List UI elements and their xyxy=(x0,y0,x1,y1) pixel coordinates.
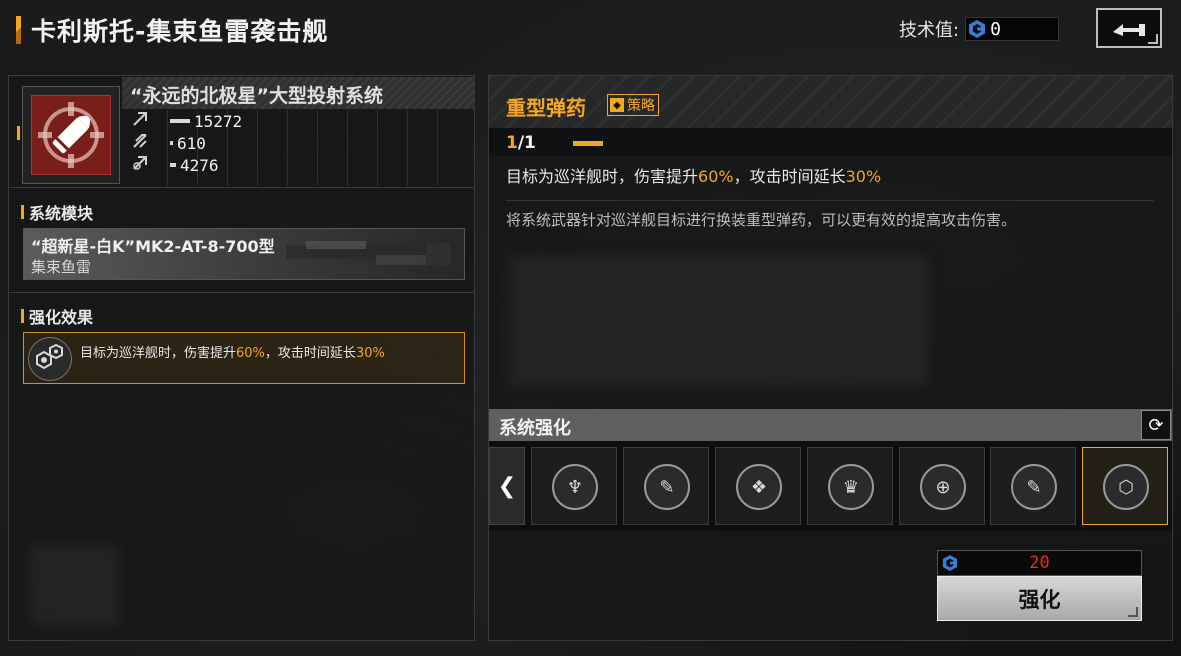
refresh-button[interactable]: ⟳ xyxy=(1141,410,1171,440)
tech-label: 技术值: xyxy=(899,20,960,41)
stat-bar xyxy=(170,141,173,145)
effect-text-mid: ，攻击时间延长 xyxy=(733,167,846,186)
upgrade-slot-list: ❮ ♆ ✎ ❖ ♛ ⊕ ✎ ⬡ xyxy=(489,441,1172,531)
scroll-left-button[interactable]: ❮ xyxy=(489,447,525,525)
damage-icon xyxy=(132,111,154,131)
upgrade-detail-panel: 重型弹药 ◆ 策略 1/1 目标为巡洋舰时，伤害提升60%，攻击时间延长30% … xyxy=(488,75,1173,641)
strategy-label: 策略 xyxy=(627,98,655,114)
crown-icon: ♛ xyxy=(828,464,874,510)
module-card[interactable]: “超新星-白K”MK2-AT-8-700型 集束鱼雷 xyxy=(23,228,465,280)
upgrade-effect-text: 目标为巡洋舰时，伤害提升60%，攻击时间延长30% xyxy=(506,163,881,187)
upgrade-slot[interactable]: ⊕ xyxy=(899,447,985,525)
weapon-stats: 15272 610 4276 xyxy=(122,110,475,186)
stat-value-damage: 15272 xyxy=(194,111,243,131)
upgrade-slot[interactable]: ♆ xyxy=(531,447,617,525)
upgrade-header: 重型弹药 ◆ 策略 xyxy=(489,76,1172,128)
fire-rate-icon xyxy=(132,133,154,153)
pen-upgrade-icon: ✎ xyxy=(1011,464,1057,510)
hex-nut-icon xyxy=(28,337,72,381)
stat-row-fire-rate: 610 xyxy=(132,132,206,154)
module-type: 集束鱼雷 xyxy=(31,258,92,276)
effect-damage-pct: 60% xyxy=(698,167,734,186)
refresh-icon: ⟳ xyxy=(1148,414,1164,436)
upgrade-button[interactable]: 强化 xyxy=(937,576,1142,621)
effect-text-mid: ，攻击时间延长 xyxy=(264,346,356,361)
module-name: “超新星-白K”MK2-AT-8-700型 xyxy=(31,237,275,256)
cost-value: 20 xyxy=(1029,553,1050,573)
upgrade-slot[interactable]: ❖ xyxy=(715,447,801,525)
pen-upgrade-icon: ✎ xyxy=(644,464,690,510)
weapon-icon-frame[interactable] xyxy=(22,86,120,184)
tech-point-icon xyxy=(969,20,986,38)
strategy-badge: ◆ 策略 xyxy=(607,94,659,116)
divider xyxy=(9,187,474,188)
armor-icon: ♆ xyxy=(552,464,598,510)
system-upgrade-title: 系统强化 xyxy=(499,418,571,439)
blurred-background xyxy=(29,546,119,626)
target-icon: ⊕ xyxy=(920,464,966,510)
weapon-name-bar: “永远的北极星”大型投射系统 xyxy=(122,77,475,109)
upgrade-title: 重型弹药 xyxy=(506,96,586,120)
stat-row-range: 4276 xyxy=(132,154,219,176)
tech-value: 0 xyxy=(990,18,1001,40)
level-current: 1 xyxy=(506,133,518,153)
blurred-background xyxy=(509,256,929,386)
effect-time-pct: 30% xyxy=(845,167,882,186)
back-arrow-icon xyxy=(1113,24,1145,36)
tech-value-display: 技术值: 0 xyxy=(899,16,1060,42)
weapon-icon xyxy=(31,95,111,175)
back-button[interactable] xyxy=(1096,8,1162,48)
system-upgrade-header: 系统强化 ⟳ xyxy=(489,409,1172,441)
stat-bar xyxy=(170,163,176,167)
level-max: /1 xyxy=(517,133,536,153)
effect-damage-pct: 60% xyxy=(236,346,265,361)
upgrade-slot-selected[interactable]: ⬡ xyxy=(1082,447,1168,525)
strategy-icon: ◆ xyxy=(610,98,624,112)
divider xyxy=(9,292,474,293)
upgrade-level: 1/1 xyxy=(506,133,536,153)
stat-value-range: 4276 xyxy=(180,155,219,175)
range-icon xyxy=(132,155,154,175)
page-header: 卡利斯托-集束鱼雷袭击舰 xyxy=(16,14,328,46)
effect-text-prefix: 目标为巡洋舰时，伤害提升 xyxy=(506,167,699,186)
shield-icon: ❖ xyxy=(736,464,782,510)
upgrade-slot[interactable]: ✎ xyxy=(990,447,1076,525)
divider xyxy=(506,200,1154,201)
effect-time-pct: 30% xyxy=(355,346,385,361)
upgrade-description: 将系统武器针对巡洋舰目标进行换装重型弹药，可以更有效的提高攻击伤害。 xyxy=(506,211,1017,229)
effect-section-label: 强化效果 xyxy=(21,304,93,328)
stat-value-fire-rate: 610 xyxy=(177,133,206,153)
page-title: 卡利斯托-集束鱼雷袭击舰 xyxy=(31,17,329,46)
upgrade-slot[interactable]: ✎ xyxy=(623,447,709,525)
title-accent xyxy=(16,16,21,44)
torpedo-target-icon xyxy=(38,102,104,168)
hex-nut-icon: ⬡ xyxy=(1103,464,1149,510)
module-section-label: 系统模块 xyxy=(21,200,93,224)
tech-value-box: 0 xyxy=(965,17,1060,41)
upgrade-slot[interactable]: ♛ xyxy=(807,447,893,525)
effect-text-prefix: 目标为巡洋舰时，伤害提升 xyxy=(80,346,237,361)
stat-row-damage: 15272 xyxy=(132,110,242,132)
torpedo-launcher-image xyxy=(286,241,450,265)
weapon-name: “永远的北极星”大型投射系统 xyxy=(130,85,383,107)
upgrade-cost: 20 xyxy=(937,550,1142,576)
chevron-left-icon: ❮ xyxy=(497,473,517,499)
weapon-panel: “永远的北极星”大型投射系统 15272 610 4276 系统模块 “超新星-… xyxy=(8,75,475,641)
stat-bar xyxy=(170,119,190,123)
level-row: 1/1 xyxy=(489,128,1172,156)
level-progress-bar xyxy=(573,141,603,146)
upgrade-button-label: 强化 xyxy=(1018,587,1061,612)
selection-tick xyxy=(17,126,20,140)
enhancement-effect-text: 目标为巡洋舰时，伤害提升60%，攻击时间延长30% xyxy=(80,342,385,361)
enhancement-effect-card: 目标为巡洋舰时，伤害提升60%，攻击时间延长30% xyxy=(23,332,465,384)
